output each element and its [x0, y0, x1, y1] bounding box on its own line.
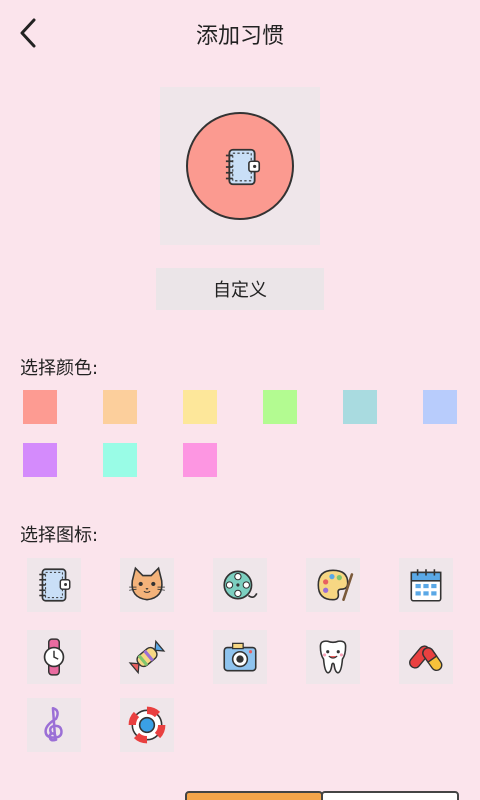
- color-swatch-yellow[interactable]: [183, 390, 217, 424]
- color-swatch-green[interactable]: [263, 390, 297, 424]
- color-swatch-teal[interactable]: [343, 390, 377, 424]
- color-swatch-red[interactable]: [23, 390, 57, 424]
- icon-option-palette[interactable]: [306, 558, 360, 612]
- icon-option-pills[interactable]: [399, 630, 453, 684]
- icon-option-treble-clef[interactable]: [27, 698, 81, 752]
- icon-option-lifebuoy[interactable]: [120, 698, 174, 752]
- notebook-icon: [39, 568, 71, 602]
- color-swatch-mint[interactable]: [103, 443, 137, 477]
- color-swatch-pink[interactable]: [183, 443, 217, 477]
- color-section-label: 选择颜色:: [20, 358, 99, 379]
- icon-option-calendar[interactable]: [399, 558, 453, 612]
- icon-option-candy[interactable]: [120, 630, 174, 684]
- icon-option-cat[interactable]: [120, 558, 174, 612]
- wristwatch-icon: [43, 638, 65, 676]
- custom-button[interactable]: 自定义: [156, 268, 324, 310]
- lifebuoy-icon: [128, 706, 166, 744]
- icon-option-tooth[interactable]: [306, 630, 360, 684]
- candy-icon: [128, 639, 166, 675]
- top-bar: 添加习惯: [0, 0, 480, 70]
- film-reel-icon: [223, 570, 258, 600]
- tooth-icon: [319, 640, 347, 674]
- icon-option-camera[interactable]: [213, 630, 267, 684]
- calendar-icon: [410, 569, 442, 602]
- preview-color-circle: [186, 112, 294, 220]
- habit-preview: [160, 87, 320, 245]
- bottom-action-left[interactable]: [185, 791, 323, 800]
- color-swatch-blue[interactable]: [423, 390, 457, 424]
- pills-icon: [409, 645, 443, 672]
- cat-icon: [129, 566, 165, 601]
- icon-option-film-reel[interactable]: [213, 558, 267, 612]
- color-swatch-purple[interactable]: [23, 443, 57, 477]
- page-title: 添加习惯: [195, 24, 284, 49]
- color-swatch-orange[interactable]: [103, 390, 137, 424]
- bottom-action-right[interactable]: [321, 791, 459, 800]
- notebook-icon: [225, 148, 261, 186]
- icon-option-notebook[interactable]: [27, 558, 81, 612]
- palette-icon: [317, 569, 354, 602]
- treble-clef-icon: [44, 706, 63, 742]
- icon-option-wristwatch[interactable]: [27, 630, 81, 684]
- icon-section-label: 选择图标:: [20, 525, 99, 546]
- camera-icon: [223, 642, 257, 672]
